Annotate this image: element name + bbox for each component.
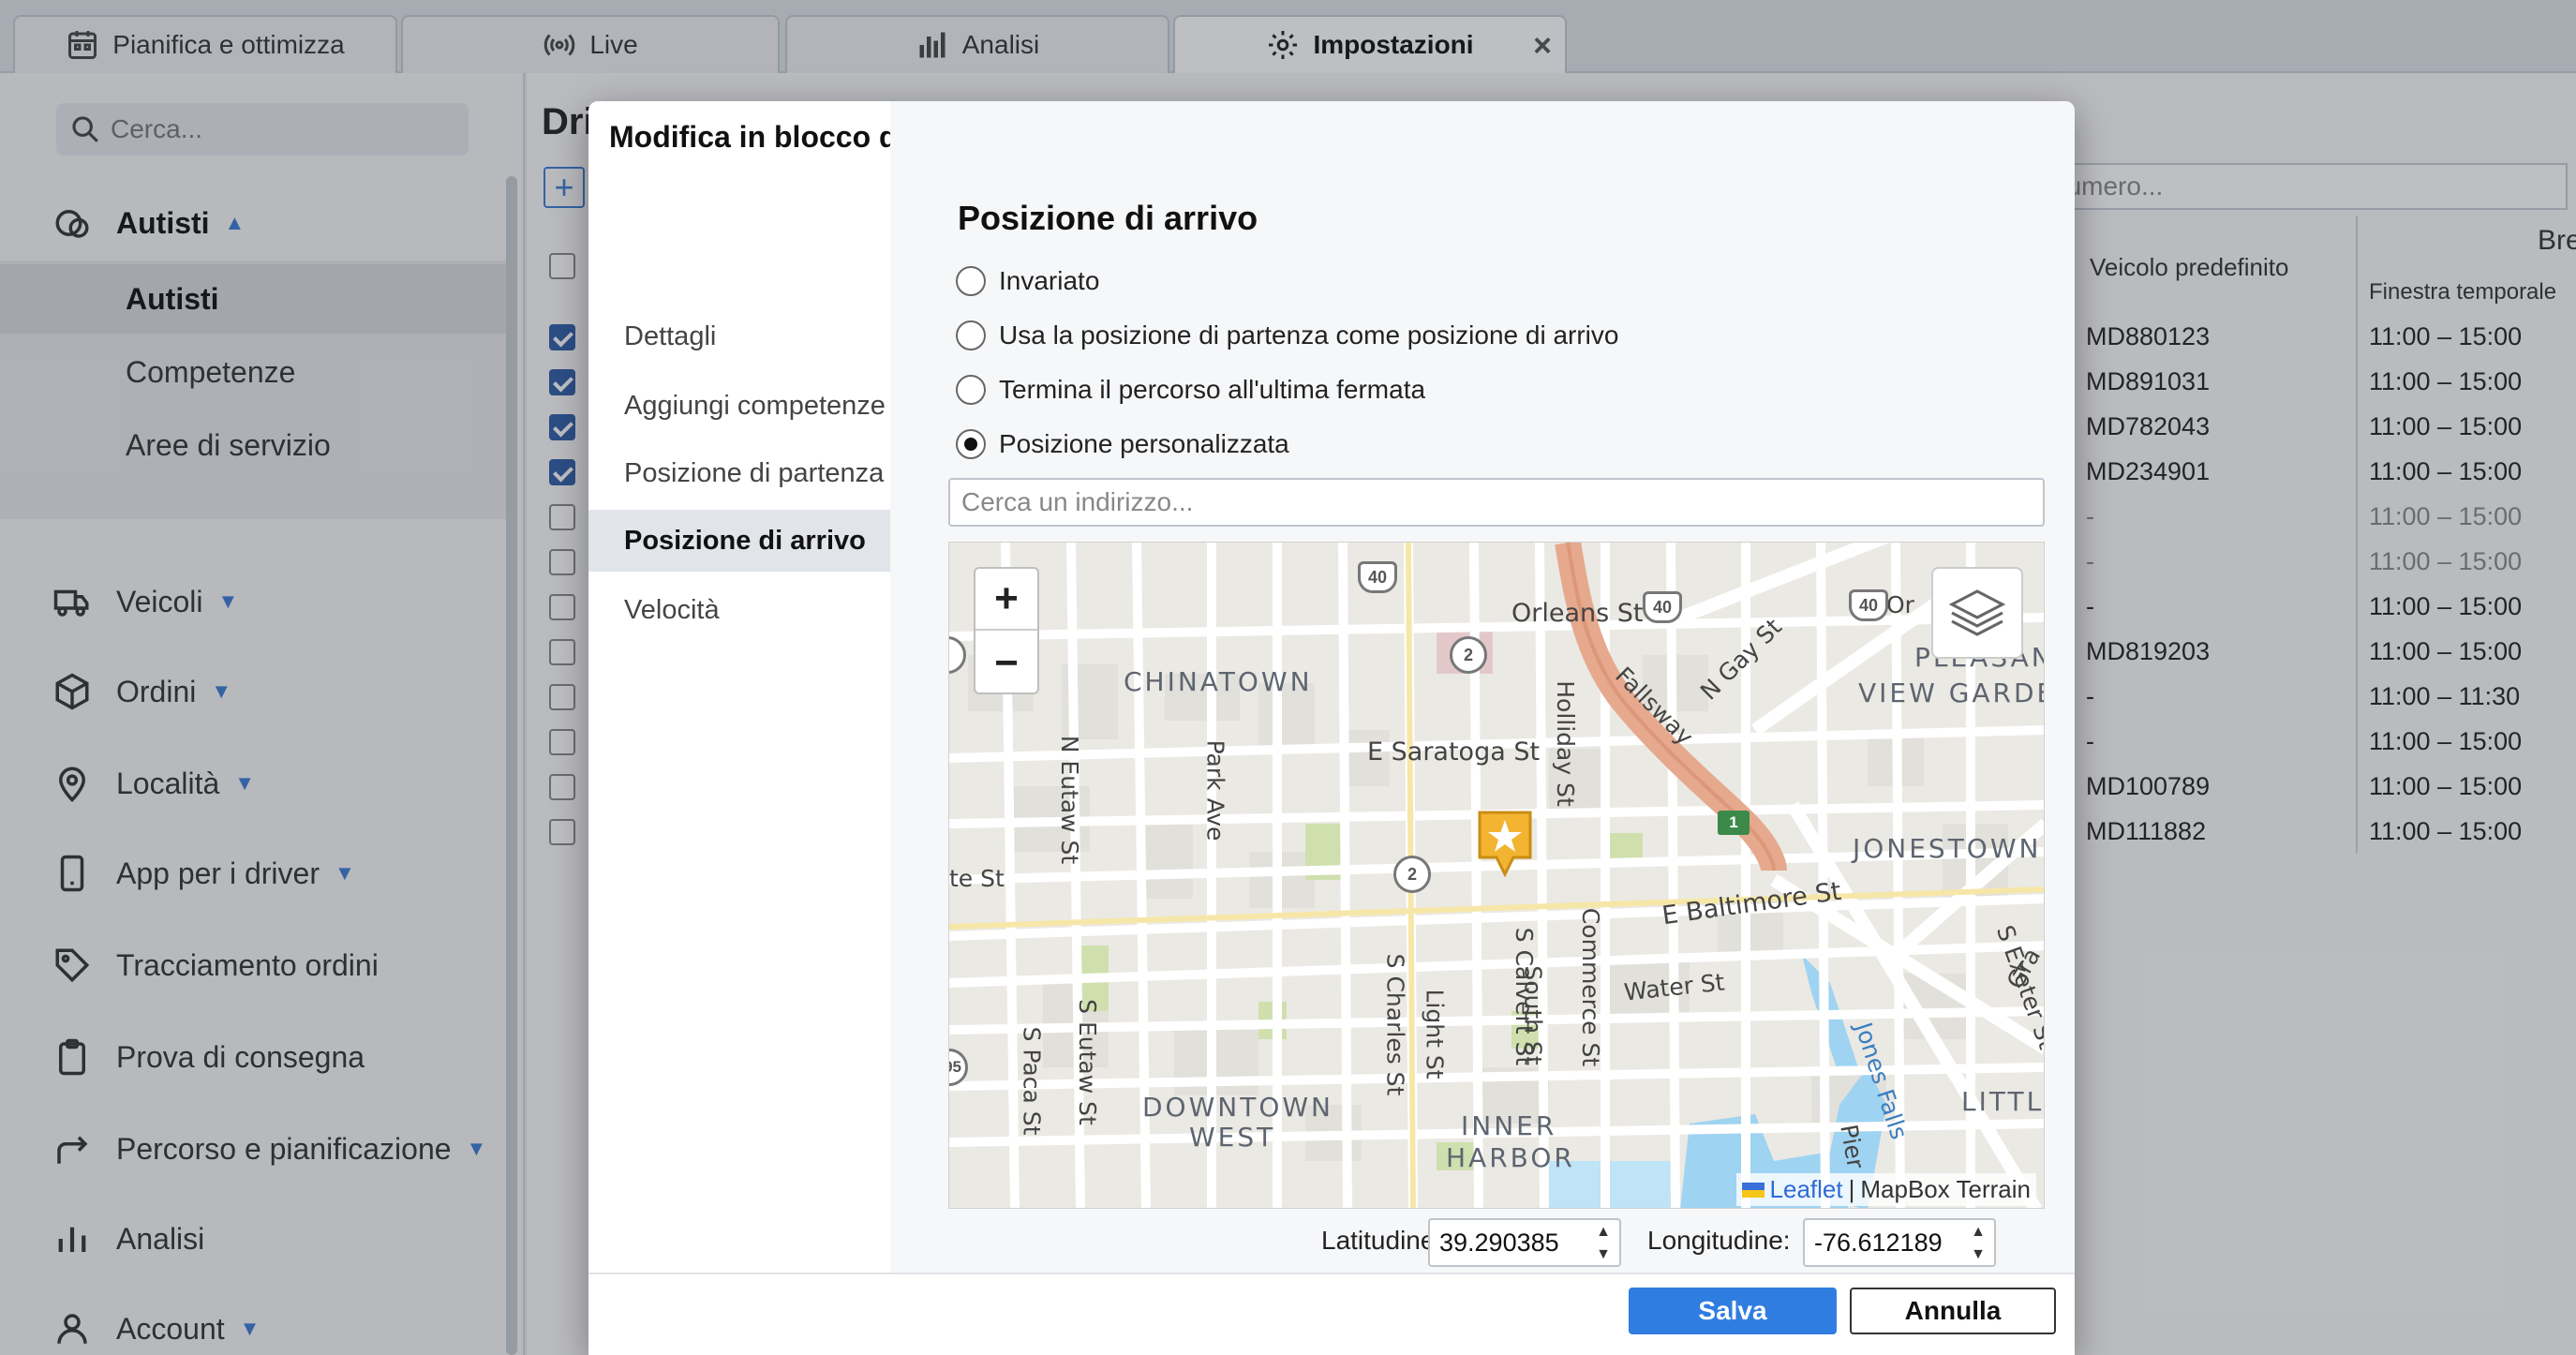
map-label-chinatown: CHINATOWN [1124,666,1313,697]
location-star-marker-icon[interactable] [1476,809,1534,878]
map-label-s-eutaw: S Eutaw St [1073,999,1101,1125]
map-label-harbor: HARBOR [1446,1142,1575,1173]
latitude-value: 39.290385 [1439,1228,1559,1257]
leaflet-link[interactable]: Leaflet [1770,1175,1843,1204]
modal-nav-arrivo[interactable]: Posizione di arrivo [588,510,890,572]
map-label-saratoga: E Saratoga St [1367,737,1541,767]
option-personalizzata[interactable]: Posizione personalizzata [956,425,1289,463]
map[interactable]: CHINATOWN Orleans St PLEASANT VIEW GARDE… [948,542,2045,1209]
zoom-control: + − [974,567,1039,694]
longitude-input[interactable]: -76.612189 ▲ ▼ [1803,1218,1996,1267]
map-label-or: Or [1886,591,1914,618]
chevron-down-icon[interactable]: ▼ [1971,1246,1986,1263]
modal-nav-dettagli[interactable]: Dettagli [588,305,890,367]
address-search-input[interactable]: Cerca un indirizzo... [948,478,2045,527]
us-route-shield-icon: 40 [1849,589,1888,621]
map-label-light-st: Light St [1421,989,1449,1080]
map-label-s-paca: S Paca St [1018,1026,1046,1136]
chevron-up-icon[interactable]: ▲ [1971,1224,1986,1241]
option-label: Posizione personalizzata [999,429,1289,458]
longitude-spinner[interactable]: ▲ ▼ [1966,1224,1990,1263]
modal-content: Posizione di arrivo Invariato Usa la pos… [890,101,2075,1273]
modal-nav-partenza[interactable]: Posizione di partenza [588,442,890,504]
modal-nav-competenze[interactable]: Aggiungi competenze [588,375,890,437]
map-label-jonestown: JONESTOWN [1853,833,2042,864]
save-button[interactable]: Salva [1629,1288,1837,1334]
map-label-south-st: South St [1519,965,1547,1065]
bulk-edit-modal: Dettagli Aggiungi competenze Posizione d… [588,101,2075,1355]
tiles-attribution: MapBox Terrain [1860,1175,2031,1203]
radio-button[interactable] [956,375,986,405]
latitude-label: Latitudine: [1321,1226,1443,1255]
map-label-park-ave: Park Ave [1201,739,1229,841]
chevron-up-icon[interactable]: ▲ [1596,1224,1611,1241]
us-route-shield-icon: 40 [1643,591,1682,623]
map-label-n-eutaw: N Eutaw St [1056,735,1084,865]
map-label-view-gardens: VIEW GARDENS [1858,678,2044,708]
option-label: Termina il percorso all'ultima fermata [999,375,1426,404]
zoom-out-button[interactable]: − [975,633,1037,694]
latitude-input[interactable]: 39.290385 ▲ ▼ [1428,1218,1621,1267]
radio-button[interactable] [956,320,986,350]
exit-badge-icon: 1 [1718,811,1750,835]
option-usa-partenza[interactable]: Usa la posizione di partenza come posizi… [956,317,1618,354]
map-label-commerce: Commerce St [1577,907,1605,1067]
map-label-inner: INNER [1461,1110,1557,1141]
longitude-value: -76.612189 [1814,1228,1943,1257]
section-title: Posizione di arrivo [958,199,1258,237]
radio-button[interactable] [956,266,986,296]
map-label-little-italy: LITTLE I [1961,1086,2045,1117]
chevron-down-icon[interactable]: ▼ [1596,1246,1611,1263]
option-invariato[interactable]: Invariato [956,262,1099,300]
option-ultima-fermata[interactable]: Termina il percorso all'ultima fermata [956,371,1425,409]
attribution-separator: | [1848,1175,1855,1203]
state-route-icon: 2 [1393,856,1431,893]
modal-nav: Dettagli Aggiungi competenze Posizione d… [588,195,890,1254]
modal-nav-velocita[interactable]: Velocità [588,579,890,641]
radio-button-selected[interactable] [956,429,986,459]
map-label-te-st: te St [949,865,1005,892]
longitude-label: Longitudine: [1647,1226,1791,1255]
layers-button[interactable] [1931,567,2023,659]
map-label-west: WEST [1189,1122,1276,1153]
latitude-spinner[interactable]: ▲ ▼ [1591,1224,1616,1263]
ukraine-flag-icon [1741,1182,1764,1198]
cancel-button[interactable]: Annulla [1850,1288,2056,1334]
us-route-shield-icon: 40 [1358,561,1397,593]
map-label-holliday: Holliday St [1551,680,1579,807]
option-label: Usa la posizione di partenza come posizi… [999,320,1619,350]
map-label-orleans: Orleans St [1511,599,1644,628]
layers-icon [1948,589,2006,636]
map-label-s-charles: S Charles St [1381,953,1409,1096]
zoom-in-button[interactable]: + [975,569,1037,631]
state-route-icon: 2 [1450,636,1487,674]
modal-footer: Salva Annulla [588,1273,2075,1355]
map-attribution: Leaflet | MapBox Terrain [1735,1173,2036,1206]
map-label-downtown: DOWNTOWN [1142,1092,1334,1123]
option-label: Invariato [999,266,1100,295]
